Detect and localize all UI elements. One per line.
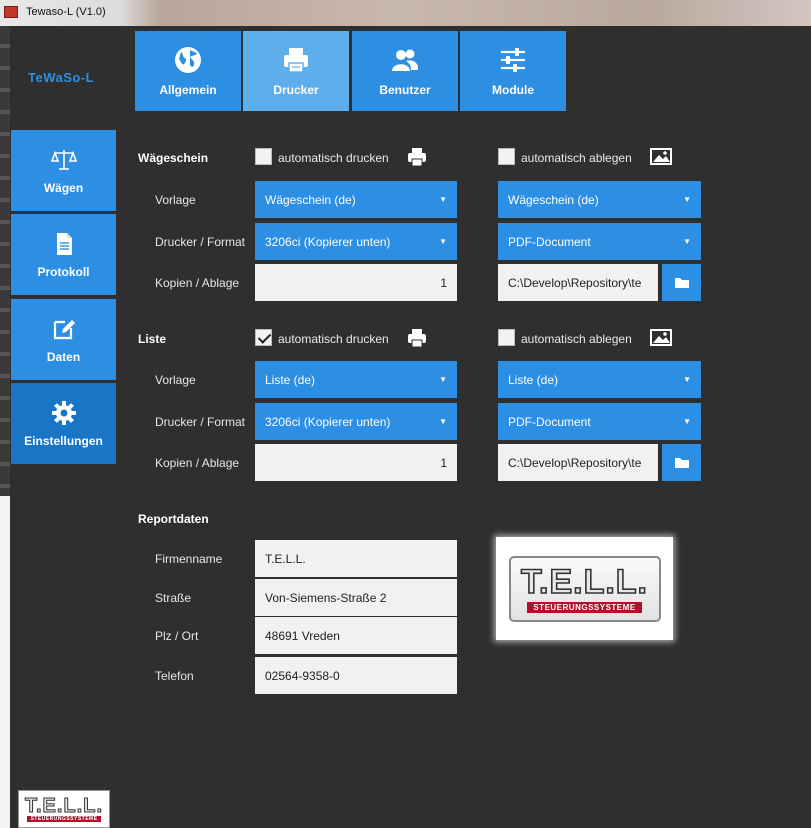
waegeschein-kopien-input[interactable]: 1 (255, 264, 457, 301)
window-title: Tewaso-L (V1.0) (26, 6, 106, 18)
field-label-vorlage: Vorlage (155, 373, 196, 387)
checkbox-label: automatisch drucken (278, 151, 389, 165)
select-value: PDF-Document (508, 234, 591, 249)
dropdown-caret-icon: ▼ (439, 375, 447, 384)
folder-icon (674, 278, 689, 288)
field-label-firmenname: Firmenname (155, 552, 223, 566)
waegeschein-auto-print-checkbox[interactable] (255, 148, 272, 165)
waegeschein-archive-vorlage-select[interactable]: Wägeschein (de) ▼ (498, 181, 701, 218)
tab-label: Allgemein (159, 83, 217, 97)
printer-icon (408, 148, 426, 167)
sidebar-item-label: Daten (46, 349, 81, 364)
folder-icon (674, 458, 689, 468)
window-titlebar: Tewaso-L (V1.0) (0, 0, 811, 26)
field-label-plz-ort: Plz / Ort (155, 629, 199, 643)
sidebar-item-label: Wägen (43, 180, 84, 195)
liste-vorlage-select[interactable]: Liste (de) ▼ (255, 361, 457, 398)
waegeschein-path-input[interactable]: C:\Develop\Repository\te (498, 264, 658, 301)
checkbox-label: automatisch ablegen (521, 151, 632, 165)
select-value: Liste (de) (265, 372, 316, 387)
dropdown-caret-icon: ▼ (439, 237, 447, 246)
field-label-drucker: Drucker / Format (155, 415, 246, 429)
waegeschein-drucker-select[interactable]: 3206ci (Kopierer unten) ▼ (255, 223, 457, 260)
liste-path-input[interactable]: C:\Develop\Repository\te (498, 444, 658, 481)
sidebar-item-daten[interactable]: Daten (11, 299, 116, 380)
logo-name: T.E.L.L. (520, 562, 648, 601)
tab-benutzer[interactable]: Benutzer (352, 31, 458, 111)
waegeschein-vorlage-select[interactable]: Wägeschein (de) ▼ (255, 181, 457, 218)
liste-archive-vorlage-select[interactable]: Liste (de) ▼ (498, 361, 701, 398)
field-label-kopien: Kopien / Ablage (155, 456, 240, 470)
app-brand: TeWaSo-L (28, 70, 95, 85)
company-logo-upload[interactable]: T.E.L.L. STEUERUNGSSYSTEME (496, 537, 673, 640)
dropdown-caret-icon: ▼ (683, 375, 691, 384)
field-label-vorlage: Vorlage (155, 193, 196, 207)
field-label-kopien: Kopien / Ablage (155, 276, 240, 290)
select-value: Liste (de) (508, 372, 559, 387)
dropdown-caret-icon: ▼ (439, 417, 447, 426)
logo-subtitle: STEUERUNGSSYSTEME (527, 601, 642, 613)
select-value: Wägeschein (de) (265, 192, 356, 207)
liste-drucker-select[interactable]: 3206ci (Kopierer unten) ▼ (255, 403, 457, 440)
sidebar-item-label: Einstellungen (24, 433, 103, 448)
section-title-reportdaten: Reportdaten (138, 512, 209, 526)
strasse-input[interactable]: Von-Siemens-Straße 2 (255, 579, 457, 616)
liste-auto-print-checkbox[interactable] (255, 329, 272, 346)
printer-icon (408, 329, 426, 348)
tab-label: Benutzer (379, 83, 431, 97)
select-value: 3206ci (Kopierer unten) (265, 234, 391, 249)
liste-format-select[interactable]: PDF-Document ▼ (498, 403, 701, 440)
select-value: 3206ci (Kopierer unten) (265, 414, 391, 429)
tab-label: Module (492, 83, 534, 97)
field-label-drucker: Drucker / Format (155, 235, 246, 249)
checkbox-label: automatisch ablegen (521, 332, 632, 346)
tab-module[interactable]: Module (460, 31, 566, 111)
select-value: Wägeschein (de) (508, 192, 599, 207)
company-logo: T.E.L.L. STEUERUNGSSYSTEME (508, 555, 661, 622)
footer-logo: T.E.L.L. STEUERUNGSSYSTEME (18, 790, 110, 828)
edit-icon (53, 319, 75, 339)
logo-subtitle: STEUERUNGSSYSTEME (27, 816, 101, 822)
select-value: PDF-Document (508, 414, 591, 429)
liste-browse-button[interactable] (662, 444, 701, 481)
telefon-input[interactable]: 02564-9358-0 (255, 657, 457, 694)
sidebar-item-protokoll[interactable]: Protokoll (11, 214, 116, 295)
image-icon (650, 148, 672, 165)
users-icon (392, 49, 419, 71)
background-window-lower (0, 496, 10, 828)
sidebar-item-waegen[interactable]: Wägen (11, 130, 116, 211)
firmenname-input[interactable]: T.E.L.L. (255, 540, 457, 577)
dropdown-caret-icon: ▼ (683, 237, 691, 246)
waegeschein-auto-archive-checkbox[interactable] (498, 148, 515, 165)
waegeschein-format-select[interactable]: PDF-Document ▼ (498, 223, 701, 260)
liste-auto-archive-checkbox[interactable] (498, 329, 515, 346)
app-icon (4, 6, 18, 18)
scale-icon (50, 149, 77, 170)
globe-icon (175, 47, 201, 73)
document-icon (56, 232, 72, 255)
gear-icon (51, 400, 76, 425)
plz-ort-input[interactable]: 48691 Vreden (255, 617, 457, 654)
checkbox-label: automatisch drucken (278, 332, 389, 346)
waegeschein-browse-button[interactable] (662, 264, 701, 301)
field-label-telefon: Telefon (155, 669, 194, 683)
tab-allgemein[interactable]: Allgemein (135, 31, 241, 111)
tab-drucker[interactable]: Drucker (243, 31, 349, 111)
sliders-icon (501, 48, 525, 72)
logo-name: T.E.L.L. (25, 795, 103, 817)
section-title-waegeschein: Wägeschein (138, 151, 209, 165)
field-label-strasse: Straße (155, 591, 192, 605)
sidebar-item-label: Protokoll (37, 264, 90, 279)
dropdown-caret-icon: ▼ (683, 417, 691, 426)
image-icon (650, 329, 672, 346)
tab-label: Drucker (273, 83, 319, 97)
background-window-strip (0, 26, 10, 496)
dropdown-caret-icon: ▼ (683, 195, 691, 204)
liste-kopien-input[interactable]: 1 (255, 444, 457, 481)
dropdown-caret-icon: ▼ (439, 195, 447, 204)
section-title-liste: Liste (138, 332, 167, 346)
printer-icon (284, 48, 308, 73)
sidebar-item-einstellungen[interactable]: Einstellungen (11, 383, 116, 464)
